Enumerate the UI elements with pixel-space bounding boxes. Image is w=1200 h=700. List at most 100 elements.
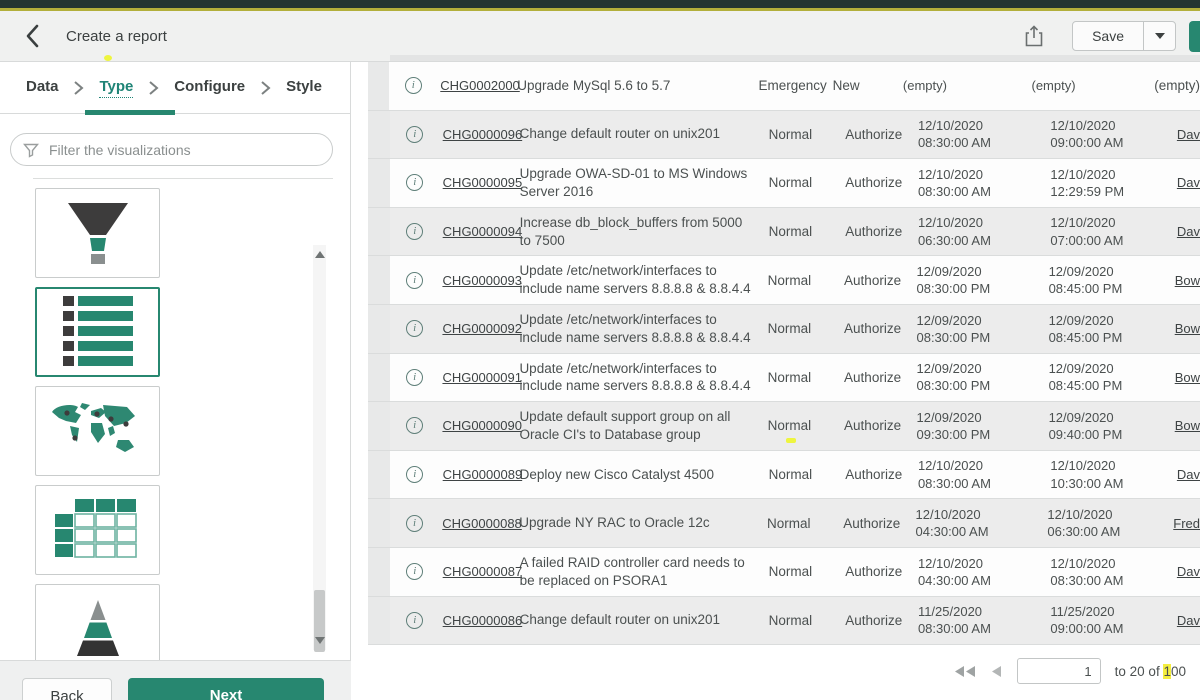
next-button[interactable]: Next (128, 678, 324, 700)
assigned-to-link[interactable]: (empty) (1154, 78, 1200, 93)
record-number-link[interactable]: CHG0000086 (443, 613, 523, 628)
back-button[interactable]: Back (22, 678, 112, 700)
change-request-grid: i CHG0002000 Upgrade MySql 5.6 to 5.7 Em… (368, 62, 1200, 645)
table-row: i CHG0000089 Deploy new Cisco Catalyst 4… (368, 451, 1200, 500)
record-number-link[interactable]: CHG0000089 (443, 467, 523, 482)
chevron-right-icon (260, 80, 271, 96)
run-button-sliver[interactable] (1189, 21, 1200, 52)
viz-funnel-chart-thumbnail[interactable] (35, 188, 160, 278)
viz-list-thumbnail[interactable] (35, 287, 160, 377)
info-icon[interactable]: i (405, 77, 422, 94)
info-icon[interactable]: i (406, 612, 423, 629)
visualization-filter (10, 133, 333, 166)
end-date-value: 12/10/2020 07:00:00 AM (1050, 208, 1176, 256)
record-number-link[interactable]: CHG0000090 (442, 418, 522, 433)
share-icon[interactable] (1024, 24, 1044, 48)
end-date-value: 12/10/2020 08:30:00 AM (1050, 548, 1176, 596)
assigned-to-link[interactable]: Bow (1175, 273, 1200, 288)
info-cell: i (390, 256, 440, 304)
start-date-value: 12/10/2020 06:30:00 AM (918, 208, 1050, 256)
world-map-icon (46, 398, 150, 464)
save-button[interactable]: Save (1073, 22, 1144, 50)
record-number-link[interactable]: CHG0000093 (442, 273, 522, 288)
viz-world-map-thumbnail[interactable] (35, 386, 160, 476)
short-description-value: Upgrade NY RAC to Oracle 12c (519, 499, 762, 547)
info-icon[interactable]: i (406, 369, 423, 386)
record-number-link[interactable]: CHG0000091 (442, 370, 522, 385)
wizard-steps: Data Type Configure Style (0, 62, 350, 114)
row-gutter (368, 159, 390, 207)
step-style[interactable]: Style (286, 78, 322, 97)
assigned-to-link[interactable]: Dav (1177, 127, 1200, 142)
filter-input[interactable] (49, 142, 320, 158)
scroll-down-icon[interactable] (315, 637, 325, 644)
record-number-link[interactable]: CHG0002000 (440, 78, 520, 93)
chevron-right-icon (148, 80, 159, 96)
assigned-to-link[interactable]: Dav (1177, 175, 1200, 190)
record-number-link[interactable]: CHG0000088 (442, 516, 522, 531)
assigned-to-link[interactable]: Dav (1177, 564, 1200, 579)
start-date-value: 12/09/2020 08:30:00 PM (916, 354, 1048, 402)
priority-value: Normal (764, 111, 844, 159)
record-number-link[interactable]: CHG0000087 (443, 564, 523, 579)
priority-value: Normal (764, 208, 844, 256)
info-icon[interactable]: i (406, 126, 423, 143)
back-chevron-icon[interactable] (24, 23, 46, 49)
start-date-value: 12/10/2020 08:30:00 AM (918, 451, 1050, 499)
record-number-link[interactable]: CHG0000094 (443, 224, 523, 239)
end-date-value: 12/10/2020 12:29:59 PM (1050, 159, 1176, 207)
info-cell: i (390, 597, 440, 645)
step-data[interactable]: Data (26, 78, 59, 97)
assigned-to-link[interactable]: Fred (1173, 516, 1200, 531)
page-number-input[interactable] (1017, 658, 1101, 684)
end-date-value: 12/09/2020 08:45:00 PM (1049, 354, 1175, 402)
info-icon[interactable]: i (406, 563, 423, 580)
start-date-value: 12/10/2020 04:30:00 AM (916, 499, 1048, 547)
viz-list-scrollbar[interactable] (313, 245, 326, 650)
save-button-group: Save (1072, 21, 1176, 51)
row-gutter (368, 62, 389, 110)
info-cell: i (390, 305, 440, 353)
step-type[interactable]: Type (99, 78, 133, 98)
table-row: i CHG0000094 Increase db_block_buffers f… (368, 208, 1200, 257)
assigned-to-link[interactable]: Dav (1177, 224, 1200, 239)
record-number-link[interactable]: CHG0000096 (443, 127, 523, 142)
first-page-icon[interactable] (953, 665, 977, 678)
assigned-to-link[interactable]: Dav (1177, 467, 1200, 482)
end-date-value: 12/09/2020 08:45:00 PM (1049, 256, 1175, 304)
row-gutter (368, 548, 390, 596)
assigned-to-link[interactable]: Bow (1175, 370, 1200, 385)
assigned-to-link[interactable]: Bow (1175, 321, 1200, 336)
viz-pyramid-thumbnail[interactable] (35, 584, 160, 660)
info-icon[interactable]: i (406, 515, 423, 532)
info-icon[interactable]: i (406, 223, 423, 240)
record-number-link[interactable]: CHG0000092 (442, 321, 522, 336)
table-header-sliver (390, 55, 1200, 61)
save-dropdown-button[interactable] (1144, 22, 1175, 50)
page-title: Create a report (66, 28, 167, 45)
row-gutter (368, 305, 390, 353)
report-type-sidebar: Data Type Configure Style (0, 62, 351, 700)
assigned-to-link[interactable]: Dav (1177, 613, 1200, 628)
row-gutter (368, 111, 390, 159)
scroll-up-icon[interactable] (315, 251, 325, 258)
info-icon[interactable]: i (406, 272, 423, 289)
table-row: i CHG0000096 Change default router on un… (368, 111, 1200, 160)
table-row: i CHG0000091 Update /etc/network/interfa… (368, 354, 1200, 403)
info-icon[interactable]: i (406, 174, 423, 191)
short-description-value: Change default router on unix201 (520, 597, 764, 645)
info-cell: i (390, 402, 440, 450)
start-date-value: 12/09/2020 08:30:00 PM (916, 305, 1048, 353)
previous-page-icon[interactable] (991, 665, 1003, 678)
total-count: 100 (1163, 664, 1186, 679)
assigned-to-link[interactable]: Bow (1175, 418, 1200, 433)
info-icon[interactable]: i (406, 320, 423, 337)
info-icon[interactable]: i (406, 466, 423, 483)
record-number-link[interactable]: CHG0000095 (443, 175, 523, 190)
info-cell: i (390, 499, 440, 547)
info-icon[interactable]: i (406, 417, 423, 434)
step-configure[interactable]: Configure (174, 78, 245, 97)
info-cell: i (389, 62, 437, 110)
viz-pivot-table-thumbnail[interactable] (35, 485, 160, 575)
pivot-table-icon (53, 497, 143, 563)
